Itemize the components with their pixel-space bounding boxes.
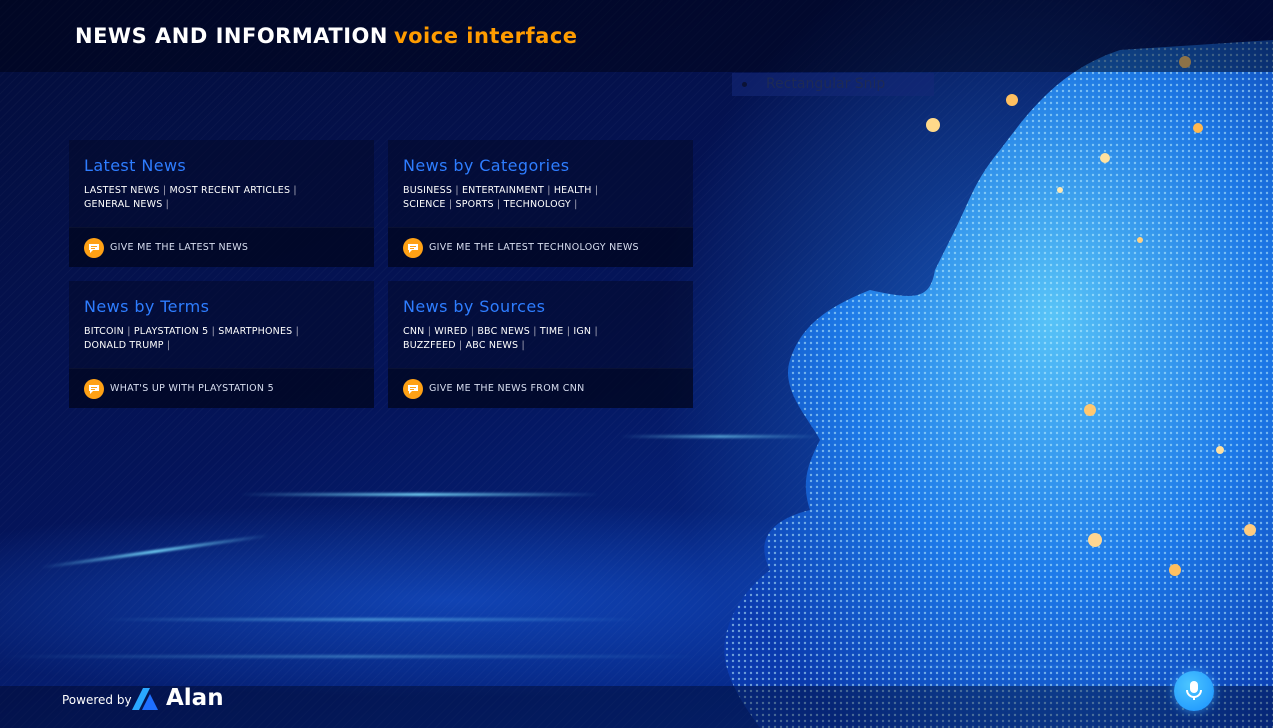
card-links: BITCOIN | PLAYSTATION 5 | SMARTPHONES | …: [84, 326, 300, 351]
command-text: GIVE ME THE LATEST NEWS: [110, 242, 249, 253]
link-item[interactable]: DONALD TRUMP: [84, 340, 164, 351]
card-links: BUSINESS | ENTERTAINMENT | HEALTH | SCIE…: [403, 185, 599, 210]
link-item[interactable]: ABC NEWS: [466, 340, 519, 351]
voice-command-example[interactable]: GIVE ME THE LATEST NEWS: [69, 227, 374, 267]
chat-bubble-icon: [403, 238, 423, 258]
card-news-by-categories: News by Categories BUSINESS | ENTERTAINM…: [388, 140, 693, 267]
link-item[interactable]: GENERAL NEWS: [84, 199, 162, 210]
title-accent: voice interface: [393, 24, 578, 48]
light-streak: [100, 618, 640, 621]
voice-command-example[interactable]: GIVE ME THE NEWS FROM CNN: [388, 368, 693, 408]
card-title: Latest News: [84, 156, 187, 175]
link-item[interactable]: BBC NEWS: [477, 326, 530, 337]
page-title: NEWS AND INFORMATION voice interface: [75, 24, 578, 48]
card-links: LASTEST NEWS | MOST RECENT ARTICLES | GE…: [84, 185, 297, 210]
link-item[interactable]: SPORTS: [456, 199, 494, 210]
powered-by-label: Powered by: [62, 693, 132, 707]
chat-bubble-icon: [403, 379, 423, 399]
card-title: News by Terms: [84, 297, 210, 316]
link-item[interactable]: BUSINESS: [403, 185, 452, 196]
chat-bubble-icon: [84, 379, 104, 399]
alan-brand[interactable]: Alan: [166, 685, 224, 711]
link-item[interactable]: BUZZFEED: [403, 340, 456, 351]
link-item[interactable]: LASTEST NEWS: [84, 185, 160, 196]
voice-command-example[interactable]: WHAT'S UP WITH PLAYSTATION 5: [69, 368, 374, 408]
voice-command-example[interactable]: GIVE ME THE LATEST TECHNOLOGY NEWS: [388, 227, 693, 267]
light-streak: [620, 435, 820, 438]
command-text: WHAT'S UP WITH PLAYSTATION 5: [110, 383, 274, 394]
title-text: NEWS AND INFORMATION: [75, 24, 388, 48]
link-item[interactable]: WIRED: [434, 326, 467, 337]
link-item[interactable]: PLAYSTATION 5: [134, 326, 209, 337]
link-item[interactable]: IGN: [573, 326, 591, 337]
link-item[interactable]: CNN: [403, 326, 424, 337]
card-news-by-terms: News by Terms BITCOIN | PLAYSTATION 5 | …: [69, 281, 374, 408]
microphone-icon: [1186, 681, 1202, 700]
chat-bubble-icon: [84, 238, 104, 258]
link-item[interactable]: SCIENCE: [403, 199, 446, 210]
card-latest-news: Latest News LASTEST NEWS | MOST RECENT A…: [69, 140, 374, 267]
card-news-by-sources: News by Sources CNN | WIRED | BBC NEWS |…: [388, 281, 693, 408]
light-streak: [780, 665, 1260, 668]
card-title: News by Sources: [403, 297, 546, 316]
alan-logo-icon[interactable]: [132, 688, 164, 710]
snip-dot-icon: [742, 82, 747, 87]
link-item[interactable]: TIME: [540, 326, 564, 337]
snip-label: Rectangular Snip: [766, 76, 886, 92]
card-title: News by Categories: [403, 156, 570, 175]
card-links: CNN | WIRED | BBC NEWS | TIME | IGN | BU…: [403, 326, 598, 351]
command-text: GIVE ME THE LATEST TECHNOLOGY NEWS: [429, 242, 639, 253]
link-item[interactable]: TECHNOLOGY: [504, 199, 571, 210]
link-item[interactable]: HEALTH: [554, 185, 592, 196]
link-item[interactable]: SMARTPHONES: [218, 326, 292, 337]
link-item[interactable]: BITCOIN: [84, 326, 124, 337]
microphone-button[interactable]: [1174, 671, 1214, 711]
digital-face-illustration: [724, 40, 1273, 728]
light-streak: [0, 655, 700, 658]
light-streak: [240, 493, 600, 496]
light-streak: [40, 534, 270, 569]
rectangular-snip-tooltip: Rectangular Snip: [732, 73, 934, 96]
link-item[interactable]: ENTERTAINMENT: [462, 185, 544, 196]
command-text: GIVE ME THE NEWS FROM CNN: [429, 383, 585, 394]
link-item[interactable]: MOST RECENT ARTICLES: [170, 185, 291, 196]
